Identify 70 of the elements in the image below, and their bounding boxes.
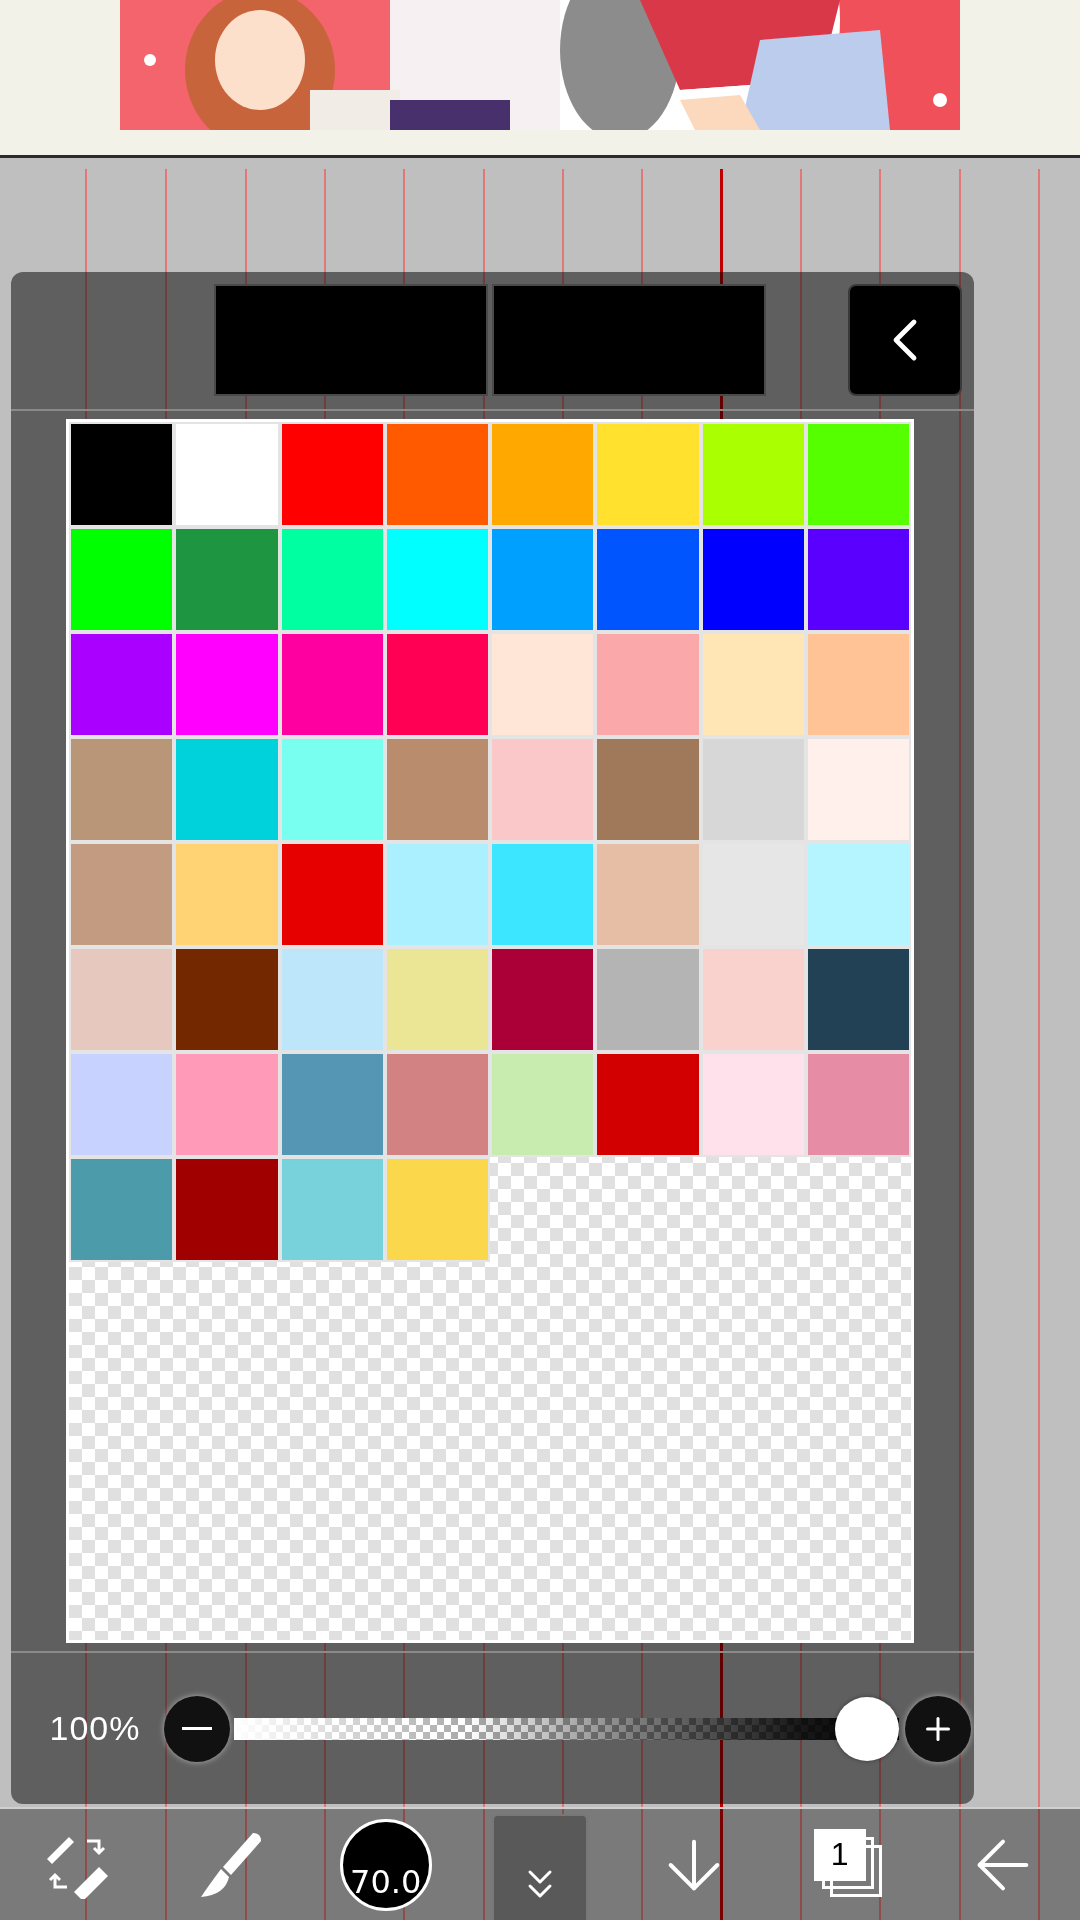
color-swatch[interactable] — [69, 527, 175, 632]
color-swatch[interactable] — [69, 842, 175, 947]
color-swatch[interactable] — [700, 527, 806, 632]
color-swatch[interactable] — [69, 1052, 175, 1157]
color-swatch[interactable] — [595, 632, 701, 737]
color-swatch[interactable] — [384, 1157, 490, 1262]
color-swatch[interactable] — [174, 842, 280, 947]
color-swatch[interactable] — [174, 1157, 280, 1262]
color-swatch[interactable] — [174, 632, 280, 737]
color-swatch[interactable] — [490, 422, 596, 527]
color-swatch[interactable] — [384, 737, 490, 842]
color-swatch[interactable] — [700, 1052, 806, 1157]
color-swatch[interactable] — [279, 527, 385, 632]
decrease-button[interactable] — [164, 1695, 230, 1762]
color-swatch[interactable] — [69, 737, 175, 842]
dark-tab[interactable] — [214, 284, 488, 396]
color-swatch[interactable] — [279, 422, 385, 527]
dark-tab[interactable] — [492, 284, 766, 396]
increase-button[interactable] — [905, 1695, 971, 1762]
color-swatch[interactable] — [490, 947, 596, 1052]
color-swatch[interactable] — [805, 632, 911, 737]
color-swatch[interactable] — [279, 737, 385, 842]
color-swatch[interactable] — [384, 1052, 490, 1157]
color-swatch[interactable] — [805, 842, 911, 947]
collapse-button[interactable] — [492, 1814, 588, 1920]
color-swatch[interactable] — [700, 842, 806, 947]
opacity-reading: 100% — [48, 1709, 142, 1748]
color-swatch[interactable] — [69, 947, 175, 1052]
color-swatch[interactable] — [595, 1052, 701, 1157]
color-swatch[interactable] — [69, 422, 175, 527]
color-swatch[interactable] — [490, 527, 596, 632]
brush-size-button[interactable]: 70.0 — [339, 1818, 432, 1911]
color-swatch[interactable] — [700, 422, 806, 527]
color-swatch[interactable] — [490, 632, 596, 737]
color-swatch[interactable] — [384, 527, 490, 632]
minus-icon — [182, 1727, 212, 1730]
color-swatch[interactable] — [174, 947, 280, 1052]
color-swatch[interactable] — [595, 422, 701, 527]
color-swatch[interactable] — [595, 737, 701, 842]
color-swatch[interactable] — [279, 1157, 385, 1262]
color-swatch[interactable] — [595, 527, 701, 632]
color-swatch[interactable] — [805, 1052, 911, 1157]
color-swatch[interactable] — [595, 947, 701, 1052]
color-swatch[interactable] — [700, 632, 806, 737]
slider-thumb[interactable] — [835, 1696, 899, 1761]
color-swatch[interactable] — [805, 527, 911, 632]
color-swatch[interactable] — [174, 737, 280, 842]
color-swatch[interactable] — [384, 422, 490, 527]
color-swatch[interactable] — [595, 842, 701, 947]
color-swatch[interactable] — [174, 527, 280, 632]
color-swatch[interactable] — [174, 1052, 280, 1157]
color-swatch[interactable] — [174, 422, 280, 527]
color-swatch[interactable] — [384, 632, 490, 737]
color-swatch[interactable] — [700, 947, 806, 1052]
color-swatch[interactable] — [805, 947, 911, 1052]
color-swatch[interactable] — [279, 1052, 385, 1157]
color-swatch[interactable] — [805, 422, 911, 527]
color-swatch[interactable] — [279, 947, 385, 1052]
color-swatch[interactable] — [490, 1052, 596, 1157]
color-swatch[interactable] — [700, 737, 806, 842]
color-swatch[interactable] — [384, 842, 490, 947]
color-swatch[interactable] — [805, 737, 911, 842]
back-button[interactable] — [848, 284, 962, 396]
color-swatch[interactable] — [384, 947, 490, 1052]
color-swatch[interactable] — [279, 842, 385, 947]
color-swatch[interactable] — [279, 632, 385, 737]
color-swatch[interactable] — [69, 632, 175, 737]
color-swatch[interactable] — [490, 737, 596, 842]
color-swatch[interactable] — [69, 1157, 175, 1262]
color-swatch[interactable] — [490, 842, 596, 947]
